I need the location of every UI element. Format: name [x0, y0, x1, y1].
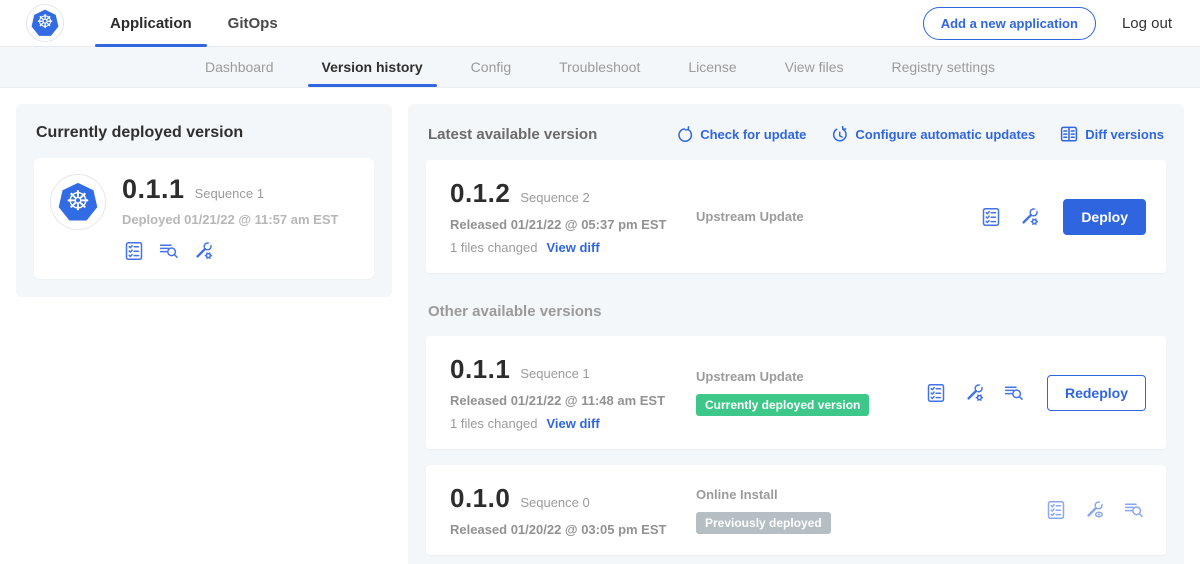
other-versions-title: Other available versions [428, 303, 1164, 320]
subnav-tab-troubleshoot[interactable]: Troubleshoot [535, 47, 664, 87]
latest-available-title: Latest available version [428, 126, 597, 143]
released-timestamp: Released 01/21/22 @ 11:48 am EST [450, 393, 696, 408]
check-for-update-label: Check for update [700, 127, 806, 142]
version-history-panel: Latest available version Check for updat… [408, 104, 1184, 564]
preflight-checks-icon[interactable] [979, 205, 1003, 229]
subnav-tab-view-files[interactable]: View files [761, 47, 868, 87]
edit-config-icon[interactable] [1018, 205, 1042, 229]
deploy-button[interactable]: Deploy [1063, 199, 1146, 235]
deployed-timestamp: Deployed 01/21/22 @ 11:57 am EST [122, 212, 338, 227]
view-diff-link[interactable]: View diff [546, 240, 599, 255]
top-tabs: Application GitOps [92, 0, 296, 46]
tab-gitops[interactable]: GitOps [213, 0, 293, 46]
check-for-update-link[interactable]: Check for update [675, 125, 806, 144]
subnav-tab-dashboard[interactable]: Dashboard [181, 47, 298, 87]
currently-deployed-title: Currently deployed version [36, 124, 374, 142]
version-number: 0.1.2 [450, 178, 510, 209]
app-logo: ☸ [50, 174, 106, 230]
version-row-0-1-1: 0.1.1 Sequence 1 Released 01/21/22 @ 11:… [426, 336, 1166, 449]
kubernetes-wheel-icon: ☸ [36, 13, 53, 33]
released-timestamp: Released 01/21/22 @ 05:37 pm EST [450, 217, 696, 232]
version-source-label: Online Install [696, 487, 778, 502]
subnav-tab-license[interactable]: License [664, 47, 760, 87]
sequence-label: Sequence 1 [520, 366, 589, 381]
version-row-0-1-0: 0.1.0 Sequence 0 Released 01/20/22 @ 03:… [426, 465, 1166, 555]
preflight-checks-icon[interactable] [122, 239, 146, 263]
top-bar: ☸ Application GitOps Add a new applicati… [0, 0, 1200, 47]
version-number: 0.1.0 [450, 483, 510, 514]
add-application-button[interactable]: Add a new application [923, 7, 1096, 40]
diff-versions-label: Diff versions [1085, 127, 1164, 142]
clock-refresh-icon [830, 125, 849, 144]
currently-deployed-card: Currently deployed version ☸ 0.1.1 Seque… [16, 104, 392, 297]
sequence-label: Sequence 2 [520, 190, 589, 205]
preflight-checks-icon[interactable] [924, 381, 948, 405]
version-number: 0.1.1 [450, 354, 510, 385]
deploy-logs-icon[interactable] [1002, 381, 1026, 405]
subnav-tab-version-history[interactable]: Version history [298, 47, 447, 87]
diff-versions-link[interactable]: Diff versions [1059, 124, 1164, 144]
diff-table-icon [1059, 124, 1079, 144]
files-changed-label: 1 files changed [450, 416, 537, 431]
subnav-tab-registry-settings[interactable]: Registry settings [868, 47, 1019, 87]
kubernetes-wheel-icon: ☸ [66, 188, 90, 216]
app-logo: ☸ [26, 4, 64, 42]
refresh-icon [675, 125, 694, 144]
files-changed-label: 1 files changed [450, 240, 537, 255]
sequence-label: Sequence 0 [520, 495, 589, 510]
configure-automatic-updates-label: Configure automatic updates [855, 127, 1035, 142]
redeploy-button[interactable]: Redeploy [1047, 375, 1146, 411]
edit-config-icon[interactable] [963, 381, 987, 405]
logout-link[interactable]: Log out [1122, 15, 1172, 32]
edit-config-icon[interactable] [192, 239, 216, 263]
previously-deployed-badge: Previously deployed [696, 512, 831, 534]
version-source-label: Upstream Update [696, 369, 804, 384]
currently-deployed-badge: Currently deployed version [696, 394, 869, 416]
deployed-version-card: ☸ 0.1.1 Sequence 1 Deployed 01/21/22 @ 1… [34, 158, 374, 279]
version-source-label: Upstream Update [696, 209, 804, 224]
deploy-logs-icon[interactable] [157, 239, 181, 263]
deployed-sequence-label: Sequence 1 [195, 186, 264, 201]
deployed-version-number: 0.1.1 [122, 174, 185, 205]
view-diff-link[interactable]: View diff [546, 416, 599, 431]
version-row-0-1-2: 0.1.2 Sequence 2 Released 01/21/22 @ 05:… [426, 160, 1166, 273]
preflight-checks-icon[interactable] [1044, 498, 1068, 522]
configure-automatic-updates-link[interactable]: Configure automatic updates [830, 125, 1035, 144]
view-config-icon[interactable] [1083, 498, 1107, 522]
deploy-logs-icon[interactable] [1122, 498, 1146, 522]
released-timestamp: Released 01/20/22 @ 03:05 pm EST [450, 522, 696, 537]
app-subnav: Dashboard Version history Config Trouble… [0, 47, 1200, 88]
subnav-tab-config[interactable]: Config [447, 47, 535, 87]
tab-application[interactable]: Application [95, 0, 207, 46]
